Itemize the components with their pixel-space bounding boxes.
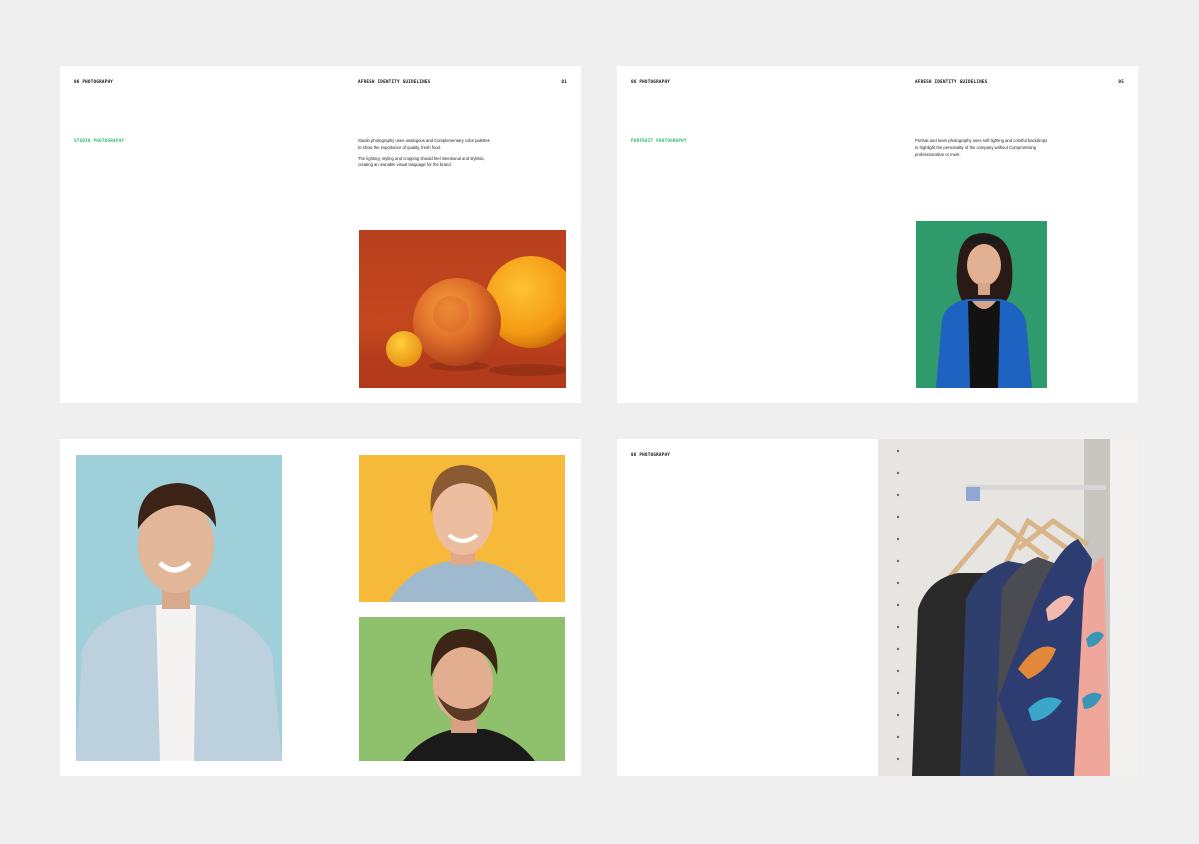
body-copy: Portrait and team photography uses soft … bbox=[915, 138, 1050, 162]
man-portrait-yellow-photo bbox=[359, 455, 565, 602]
man-portrait-green-photo bbox=[359, 617, 565, 761]
paragraph: The lighting, styling and cropping shoul… bbox=[358, 155, 485, 168]
page-number: 05 bbox=[1118, 80, 1124, 85]
woman-portrait-photo bbox=[916, 221, 1047, 388]
citrus-photo bbox=[359, 230, 566, 388]
page-number: 01 bbox=[561, 80, 567, 85]
document-title: AFRESH IDENTITY GUIDELINES bbox=[915, 80, 988, 85]
page-section-label: 06 PHOTOGRAPHY bbox=[631, 80, 671, 85]
guideline-page-team-portraits bbox=[60, 439, 581, 776]
section-title: STUDIO PHOTOGRAPHY bbox=[74, 139, 125, 144]
shirts-rack-photo bbox=[878, 439, 1138, 776]
page-section-label: 06 PHOTOGRAPHY bbox=[74, 80, 114, 85]
document-title: AFRESH IDENTITY GUIDELINES bbox=[358, 80, 431, 85]
paragraph: Portrait and team photography uses soft … bbox=[915, 138, 1048, 157]
guideline-page-shirts: 06 PHOTOGRAPHY bbox=[617, 439, 1138, 776]
page-section-label: 06 PHOTOGRAPHY bbox=[631, 453, 671, 458]
guideline-page-studio: 06 PHOTOGRAPHY AFRESH IDENTITY GUIDELINE… bbox=[60, 66, 581, 403]
section-title: PORTRAIT PHOTOGRAPHY bbox=[631, 139, 687, 144]
lemon bbox=[386, 331, 422, 367]
guideline-page-portrait: 06 PHOTOGRAPHY AFRESH IDENTITY GUIDELINE… bbox=[617, 66, 1138, 403]
paragraph: Studio photography uses analogous and Co… bbox=[358, 138, 490, 150]
body-copy: Studio photography uses analogous and Co… bbox=[358, 138, 493, 173]
man-portrait-blue-photo bbox=[76, 455, 282, 761]
